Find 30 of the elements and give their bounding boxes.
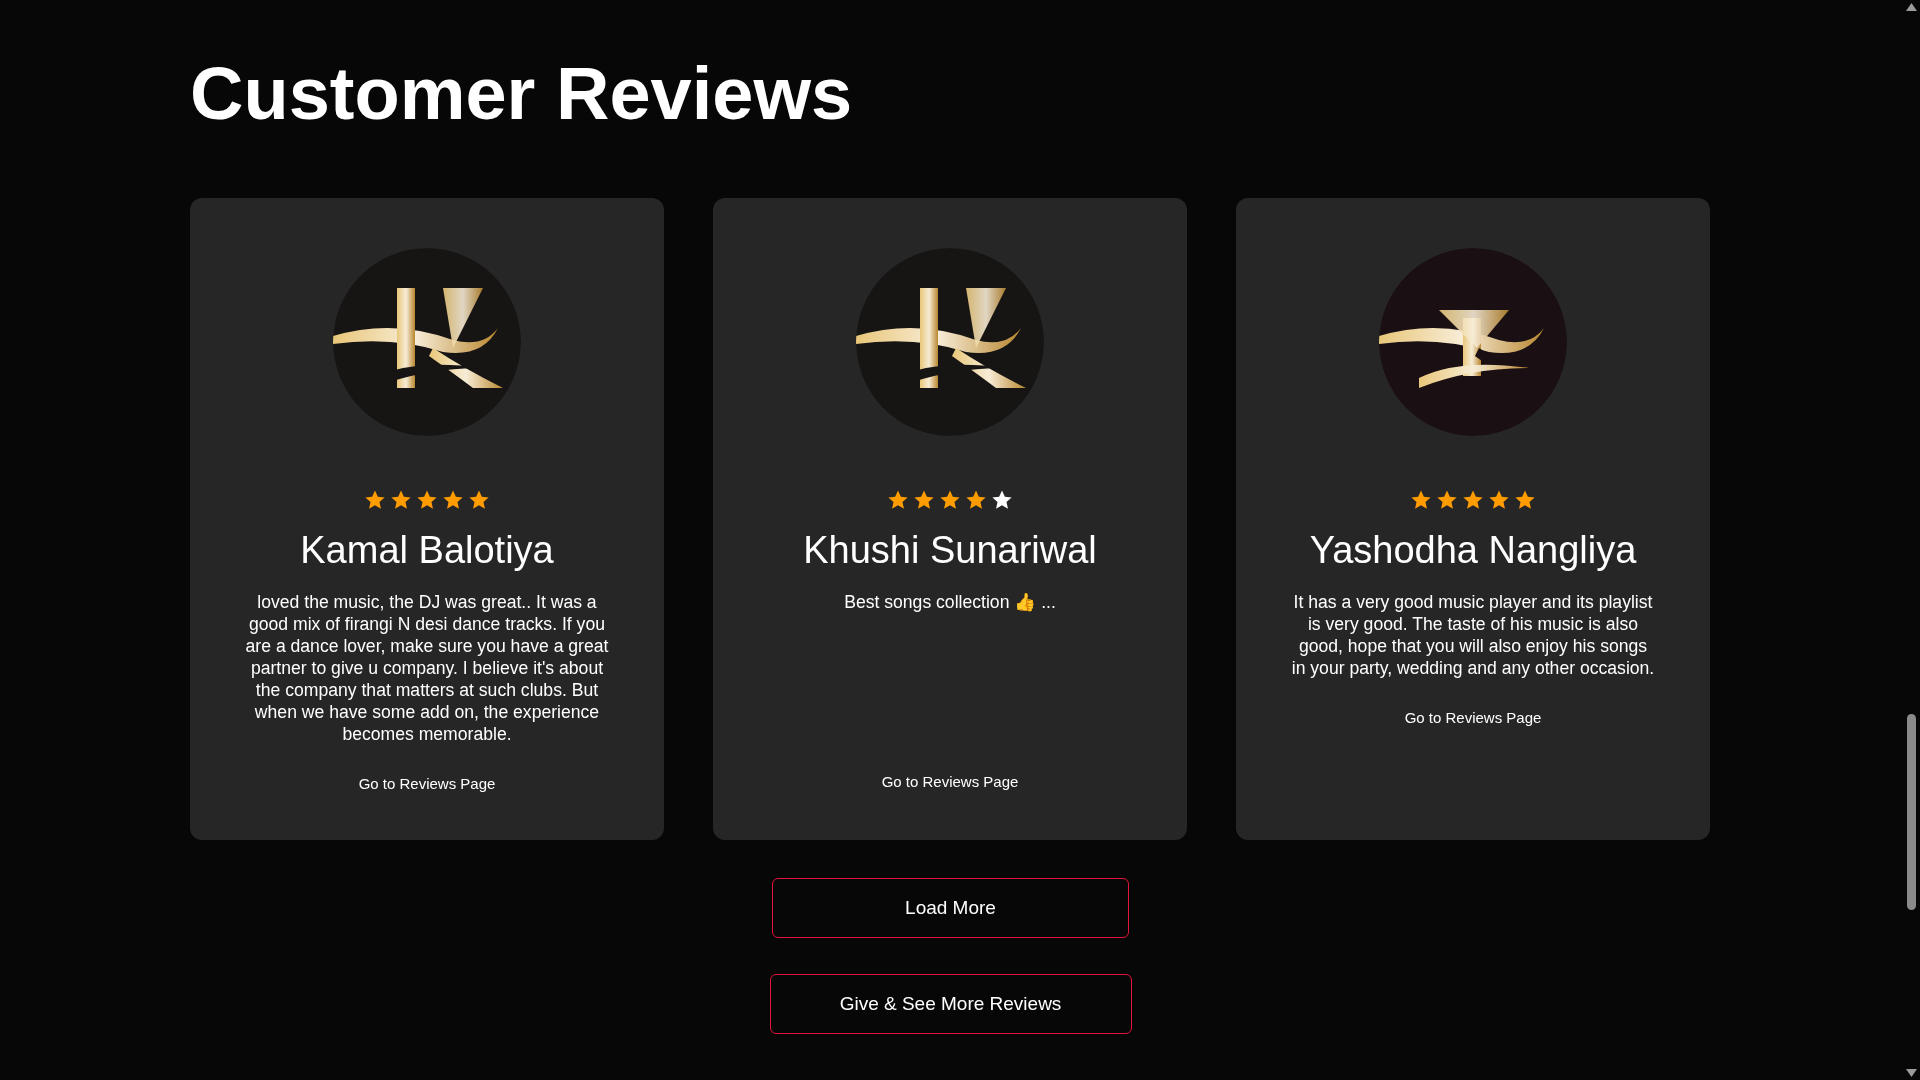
review-text: loved the music, the DJ was great.. It was a good mix of firangi N desi dance tracks. If you are a dance lover, make sure you have a great partner to give u company. I believe it's about the company that matters at such clubs. But when we have some add on, the experience becomes memorable. [245,591,609,745]
reviewer-name: Yashodha Nangliya [1309,528,1637,573]
scroll-down-icon[interactable] [1906,1069,1917,1077]
reviews-button[interactable]: Give & See More Reviews [769,974,1132,1034]
reviewer-name: Kamal Balotiya [300,528,554,573]
star-icon [965,489,987,511]
star-icon [1436,489,1458,511]
reviews-page-link[interactable]: Go to Reviews Page [881,773,1019,790]
star-icon [1514,489,1536,511]
reviews-page-link[interactable]: Go to Reviews Page [1404,709,1542,726]
scrollbar-thumb[interactable] [1907,714,1916,910]
star-icon [991,489,1013,511]
review-text: It has a very good music player and its playlist is very good. The taste of his music is also good, hope that you will also enjoy his songs in your party, wedding and any other occasion. [1291,591,1655,679]
star-icon [442,489,464,511]
star-icon [1488,489,1510,511]
star-icon [913,489,935,511]
star-icon [416,489,438,511]
star-icon [939,489,961,511]
star-icon [468,489,490,511]
section-heading: Customer Reviews [190,51,854,137]
reviews-page-link[interactable]: Go to Reviews Page [358,775,496,792]
reviewer-name: Khushi Sunariwal [803,528,1097,573]
scroll-up-icon[interactable] [1906,3,1917,11]
review-text: Best songs collection 👍 ... [843,591,1057,613]
star-icon [364,489,386,511]
star-icon [390,489,412,511]
star-icon [887,489,909,511]
star-icon [1462,489,1484,511]
load-more-button[interactable]: Load More [772,878,1129,938]
star-icon [1410,489,1432,511]
